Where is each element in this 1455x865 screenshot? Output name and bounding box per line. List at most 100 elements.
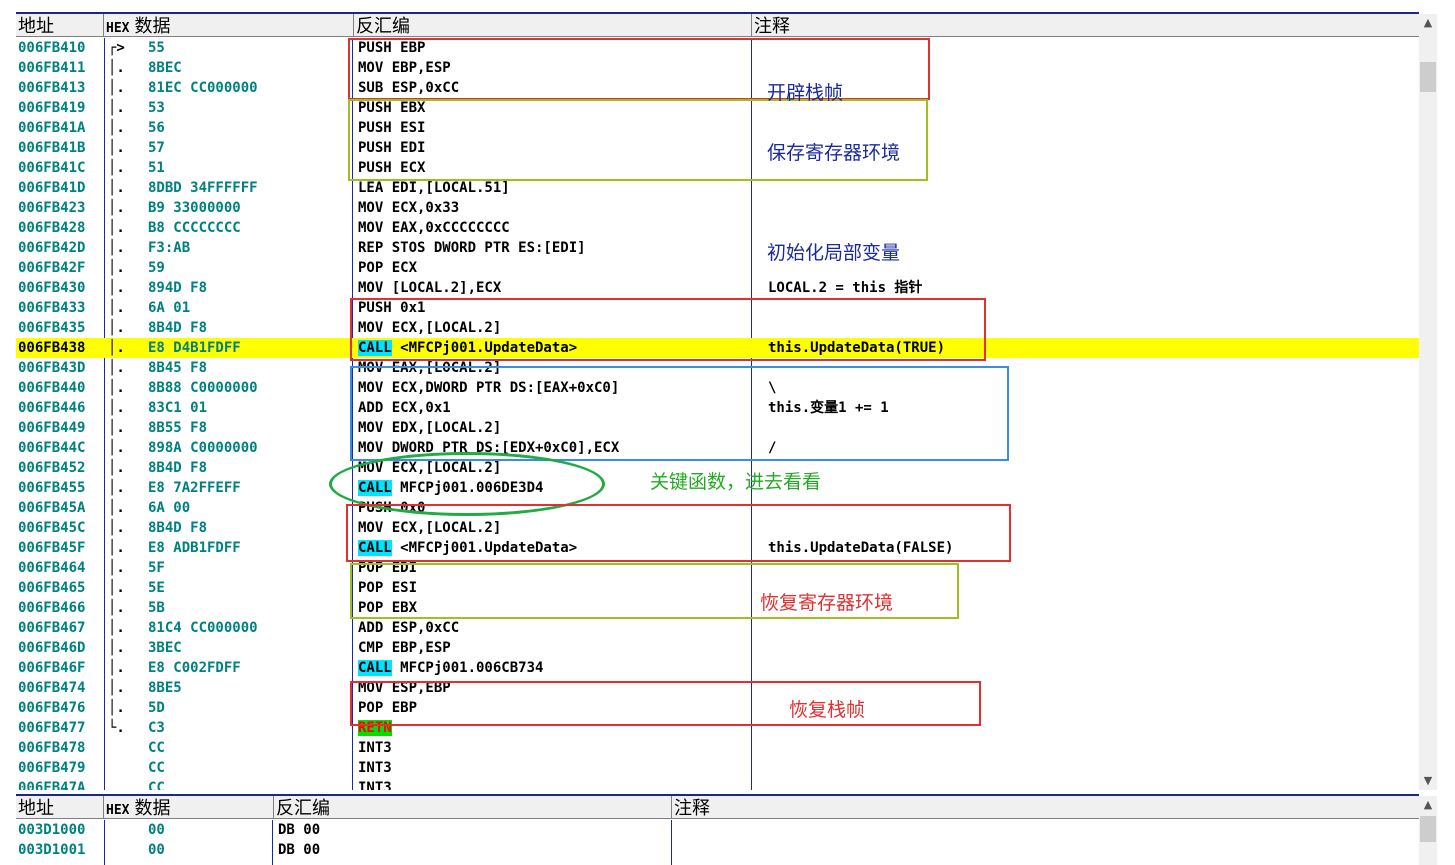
header-address[interactable]: 地址 [16, 14, 104, 37]
row-hex: 8B4D F8 [148, 520, 208, 536]
row-bracket: │. [108, 280, 125, 296]
row-address: 006FB477 [18, 720, 86, 736]
row-bracket: │. [108, 480, 125, 496]
dump-scrollbar[interactable]: ▲ [1419, 796, 1437, 865]
table-row[interactable]: 006FB479 CC INT3 [16, 758, 1419, 778]
table-row[interactable]: 006FB42F │. 59 POP ECX [16, 258, 1419, 278]
row-address: 006FB45F [18, 540, 86, 556]
row-address: 006FB41A [18, 120, 86, 136]
dump-scroll-up-icon[interactable]: ▲ [1419, 796, 1437, 814]
row-address: 006FB430 [18, 280, 86, 296]
header-hex[interactable]: HEX 数据 [104, 14, 354, 37]
dump-header-hex-label: 数据 [129, 798, 171, 818]
scroll-down-icon[interactable]: ▼ [1419, 772, 1437, 790]
dump-row[interactable]: 003D1001 00 DB 00 [16, 840, 1419, 860]
note-restore-stack: 恢复栈帧 [789, 700, 866, 721]
table-row[interactable]: 006FB430 │. 894D F8 MOV [LOCAL.2],ECX LOCAL.… [16, 278, 1419, 298]
row-hex: C3 [148, 720, 165, 736]
table-row[interactable]: 006FB423 │. B9 33000000 MOV ECX,0x33 [16, 198, 1419, 218]
row-address: 006FB45C [18, 520, 86, 536]
note-stack-frame: 开辟栈帧 [767, 83, 844, 104]
operand-text: INT3 [358, 740, 392, 756]
row-address: 006FB41B [18, 140, 86, 156]
dump-scroll-thumb[interactable] [1420, 816, 1436, 842]
table-row[interactable]: 006FB46D │. 3BEC CMP EBP,ESP [16, 638, 1419, 658]
row-disasm: POP ECX [358, 258, 417, 278]
row-bracket: │. [108, 520, 125, 536]
dump-header-comment[interactable]: 注释 [672, 796, 1419, 819]
row-hex: 5E [148, 580, 165, 596]
operand-text: LEA EDI,[LOCAL.51] [358, 180, 510, 196]
row-comment: LOCAL.2 = this 指针 [768, 280, 923, 296]
row-address: 006FB464 [18, 560, 86, 576]
opcode-call: CALL [358, 660, 392, 676]
row-hex: 6A 00 [148, 500, 191, 516]
row-bracket: ┌> [108, 40, 125, 56]
scroll-up-icon[interactable]: ▲ [1419, 14, 1437, 32]
row-hex: 8BEC [148, 60, 182, 76]
dump-row[interactable]: 003D1000 00 DB 00 [16, 820, 1419, 840]
row-address: 006FB446 [18, 400, 86, 416]
row-bracket: │. [108, 580, 125, 596]
note-init-locals: 初始化局部变量 [767, 243, 901, 264]
row-bracket: │. [108, 400, 125, 416]
table-row[interactable]: 006FB47A CC INT3 [16, 778, 1419, 790]
row-hex: 5F [148, 560, 165, 576]
row-hex: 8B45 F8 [148, 360, 208, 376]
row-bracket: │. [108, 360, 125, 376]
table-row[interactable]: 006FB46F │. E8 C002FDFF CALL MFCPj001.006CB… [16, 658, 1419, 678]
dump-header-hex-prefix: HEX [106, 803, 130, 818]
header-disasm[interactable]: 反汇编 [354, 14, 752, 37]
row-address: 006FB435 [18, 320, 86, 336]
table-row[interactable]: 006FB478 CC INT3 [16, 738, 1419, 758]
row-hex: 5B [148, 600, 165, 616]
dump-header-address[interactable]: 地址 [16, 796, 104, 819]
row-address: 006FB467 [18, 620, 86, 636]
row-hex: E8 C002FDFF [148, 660, 241, 676]
dump-header-disasm[interactable]: 反汇编 [274, 796, 672, 819]
row-bracket: │. [108, 640, 125, 656]
row-bracket: │. [108, 420, 125, 436]
row-hex: 8DBD 34FFFFFF [148, 180, 258, 196]
row-disasm: MOV EAX,0xCCCCCCCC [358, 218, 510, 238]
operand-text: MOV [LOCAL.2],ECX [358, 280, 502, 296]
table-row[interactable]: 006FB42D │. F3:AB REP STOS DWORD PTR ES:[ED… [16, 238, 1419, 258]
operand-text: INT3 [358, 760, 392, 776]
annotation-box-update-false [346, 504, 1011, 562]
row-bracket: │. [108, 680, 125, 696]
dump-hex: 00 [148, 822, 165, 838]
row-bracket: │. [108, 60, 125, 76]
table-row[interactable]: 006FB467 │. 81C4 CC000000 ADD ESP,0xCC [16, 618, 1419, 638]
disasm-scrollbar[interactable]: ▲ ▼ [1419, 14, 1437, 790]
row-address: 006FB419 [18, 100, 86, 116]
header-hex-label: 数据 [129, 16, 171, 36]
row-bracket: │. [108, 460, 125, 476]
row-bracket: │. [108, 240, 125, 256]
table-row[interactable]: 006FB428 │. B8 CCCCCCCC MOV EAX,0xCCCCCCCC [16, 218, 1419, 238]
dump-header-hex[interactable]: HEX 数据 [104, 796, 274, 819]
row-address: 006FB455 [18, 480, 86, 496]
row-hex: 5D [148, 700, 165, 716]
row-bracket: │. [108, 300, 125, 316]
row-address: 006FB41D [18, 180, 86, 196]
row-hex: 898A C0000000 [148, 440, 258, 456]
dump-listing[interactable]: 003D1000 00 DB 00 003D1001 00 DB 00 [16, 820, 1419, 865]
dump-address: 003D1000 [18, 822, 86, 838]
header-comment[interactable]: 注释 [752, 14, 1419, 37]
row-address: 006FB433 [18, 300, 86, 316]
row-hex: 8B4D F8 [148, 320, 208, 336]
row-address: 006FB410 [18, 40, 86, 56]
row-address: 006FB42D [18, 240, 86, 256]
scroll-thumb[interactable] [1420, 62, 1436, 92]
row-hex: 53 [148, 100, 165, 116]
row-address: 006FB43D [18, 360, 86, 376]
row-address: 006FB428 [18, 220, 86, 236]
row-disasm: CALL MFCPj001.006CB734 [358, 658, 543, 678]
row-bracket: │. [108, 660, 125, 676]
row-bracket: │. [108, 380, 125, 396]
row-hex: F3:AB [148, 240, 191, 256]
row-disasm: LEA EDI,[LOCAL.51] [358, 178, 510, 198]
row-hex: E8 7A2FFEFF [148, 480, 241, 496]
row-hex: 56 [148, 120, 165, 136]
table-row[interactable]: 006FB41D │. 8DBD 34FFFFFF LEA EDI,[LOCAL.51… [16, 178, 1419, 198]
